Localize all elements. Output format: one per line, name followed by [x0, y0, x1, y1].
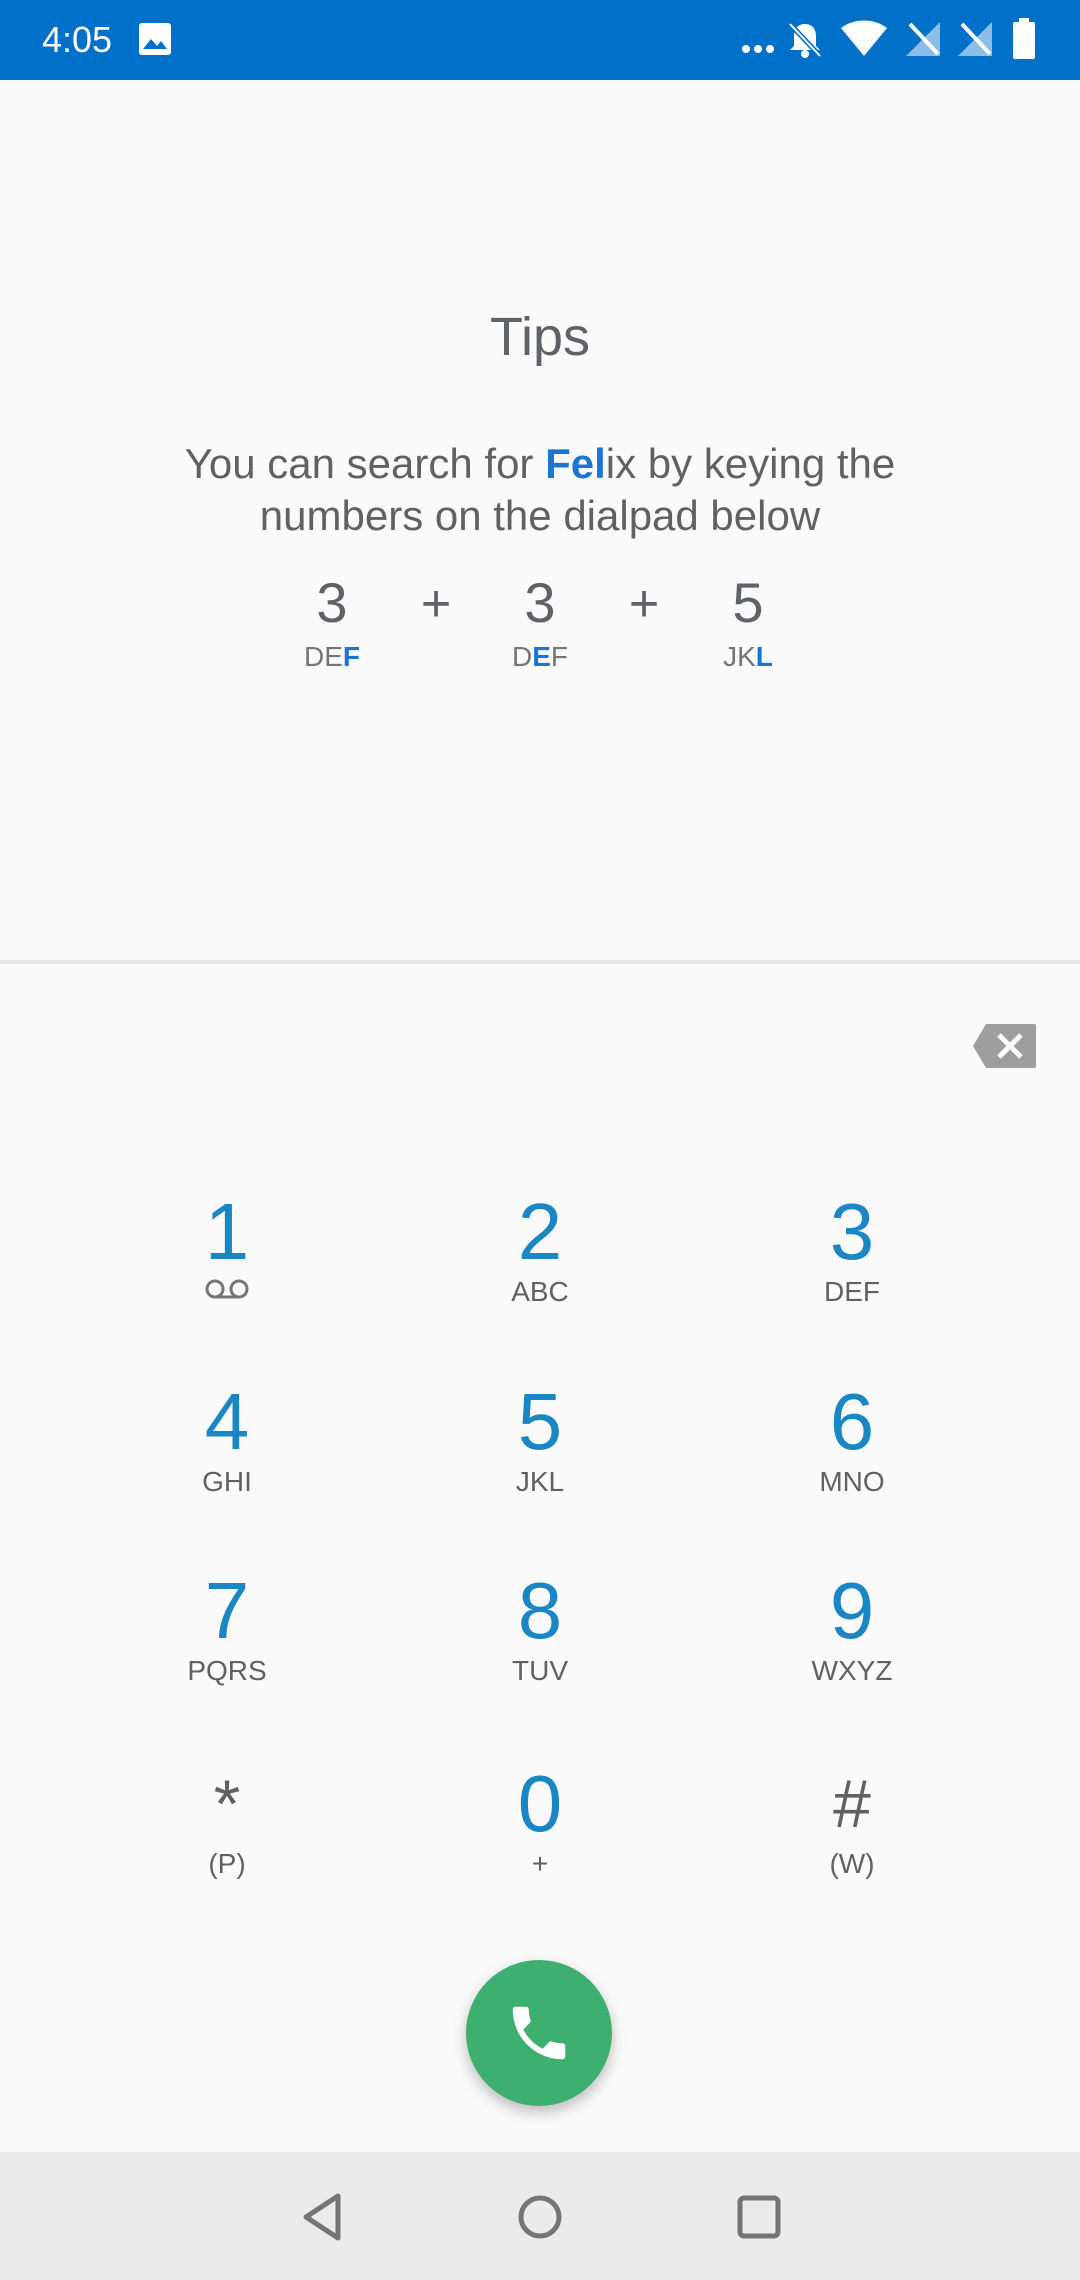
- tip-combo-key-3: 5 JKL: [688, 570, 808, 674]
- key-digit: 4: [204, 1377, 250, 1466]
- key-digit: 5: [517, 1377, 563, 1466]
- tips-panel: Tips You can search for Felix by keying …: [0, 80, 1080, 960]
- tip-combo-letters-highlight: E: [532, 641, 551, 672]
- notifications-off-icon: [788, 22, 822, 58]
- key-letters: MNO: [819, 1466, 885, 1497]
- home-icon[interactable]: [505, 2182, 575, 2252]
- phone-icon: [512, 2006, 566, 2060]
- key-letters: GHI: [202, 1466, 252, 1497]
- tips-title: Tips: [489, 307, 590, 367]
- dialpad-key-star[interactable]: * (P): [107, 1762, 347, 1922]
- key-letters: (W): [829, 1848, 875, 1879]
- tip-combo-digit: 5: [732, 571, 764, 634]
- dialpad-key-1[interactable]: 1: [107, 1190, 347, 1350]
- dialpad-key-6[interactable]: 6 MNO: [732, 1380, 972, 1540]
- key-letters: PQRS: [187, 1655, 267, 1686]
- no-signal-icon: [906, 22, 940, 56]
- key-letters: +: [531, 1848, 549, 1879]
- tip-combo-plus: +: [420, 575, 452, 633]
- dialpad-key-7[interactable]: 7 PQRS: [107, 1569, 347, 1729]
- tip-combo-letters-highlight: F: [342, 641, 360, 672]
- key-digit: 3: [829, 1187, 875, 1276]
- key-digit: 6: [829, 1377, 875, 1466]
- battery-icon: [1013, 18, 1035, 59]
- key-digit: 7: [204, 1566, 250, 1655]
- backspace-icon[interactable]: [972, 1022, 1038, 1070]
- key-letters: ABC: [511, 1276, 569, 1307]
- tip-combo-letters: JKL: [688, 640, 808, 674]
- key-digit: 9: [829, 1566, 875, 1655]
- tip-combo-letters-plain: D: [511, 641, 533, 672]
- call-button[interactable]: [466, 1960, 612, 2106]
- recents-icon[interactable]: [724, 2182, 794, 2252]
- key-digit: 2: [517, 1187, 563, 1276]
- key-letters: (P): [208, 1848, 246, 1879]
- back-icon[interactable]: [288, 2182, 358, 2252]
- tip-combo-letters-highlight: L: [755, 641, 773, 672]
- dialpad-key-5[interactable]: 5 JKL: [420, 1380, 660, 1540]
- key-letters: JKL: [515, 1466, 565, 1497]
- dialpad-key-0[interactable]: 0 +: [420, 1762, 660, 1922]
- dialpad-key-pound[interactable]: # (W): [732, 1762, 972, 1922]
- key-letters: WXYZ: [811, 1655, 893, 1686]
- tip-combo-digit: 3: [316, 571, 348, 634]
- tip-combo-digit: 3: [524, 571, 556, 634]
- tips-text-pre: You can search for: [184, 440, 546, 487]
- tip-combo-plus: +: [628, 575, 660, 633]
- tip-combo-letters-after: F: [550, 641, 569, 672]
- voicemail-icon: [205, 1279, 249, 1299]
- dialpad-key-9[interactable]: 9 WXYZ: [732, 1569, 972, 1729]
- key-letters: DEF: [824, 1276, 880, 1307]
- image-icon: [139, 23, 171, 55]
- wifi-icon: [841, 20, 887, 56]
- tip-combo-letters-plain: DE: [303, 641, 343, 672]
- tips-text: You can search for Felix by keying the n…: [140, 438, 940, 542]
- dialpad-key-3[interactable]: 3 DEF: [732, 1190, 972, 1350]
- status-bar: 4:05: [0, 0, 1080, 80]
- key-digit: #: [833, 1766, 871, 1842]
- key-letters: TUV: [512, 1655, 568, 1686]
- tip-combo-letters-plain: JK: [723, 641, 756, 672]
- no-signal-icon: [958, 22, 992, 56]
- tip-combo-letters: DEF: [272, 640, 392, 674]
- dialpad-key-4[interactable]: 4 GHI: [107, 1380, 347, 1540]
- dialpad-key-8[interactable]: 8 TUV: [420, 1569, 660, 1729]
- key-digit: *: [213, 1766, 241, 1842]
- dialpad-key-2[interactable]: 2 ABC: [420, 1190, 660, 1350]
- navigation-bar: [0, 2152, 1080, 2280]
- key-digit: 8: [517, 1566, 563, 1655]
- more-icon: [742, 45, 774, 53]
- tips-text-highlight: Fel: [545, 440, 606, 487]
- tip-combo-letters: DEF: [480, 640, 600, 674]
- key-digit: 0: [517, 1759, 563, 1848]
- tip-combo-key-2: 3 DEF: [480, 570, 600, 674]
- status-time: 4:05: [42, 19, 113, 60]
- key-digit: 1: [204, 1187, 250, 1276]
- tip-combo-key-1: 3 DEF: [272, 570, 392, 674]
